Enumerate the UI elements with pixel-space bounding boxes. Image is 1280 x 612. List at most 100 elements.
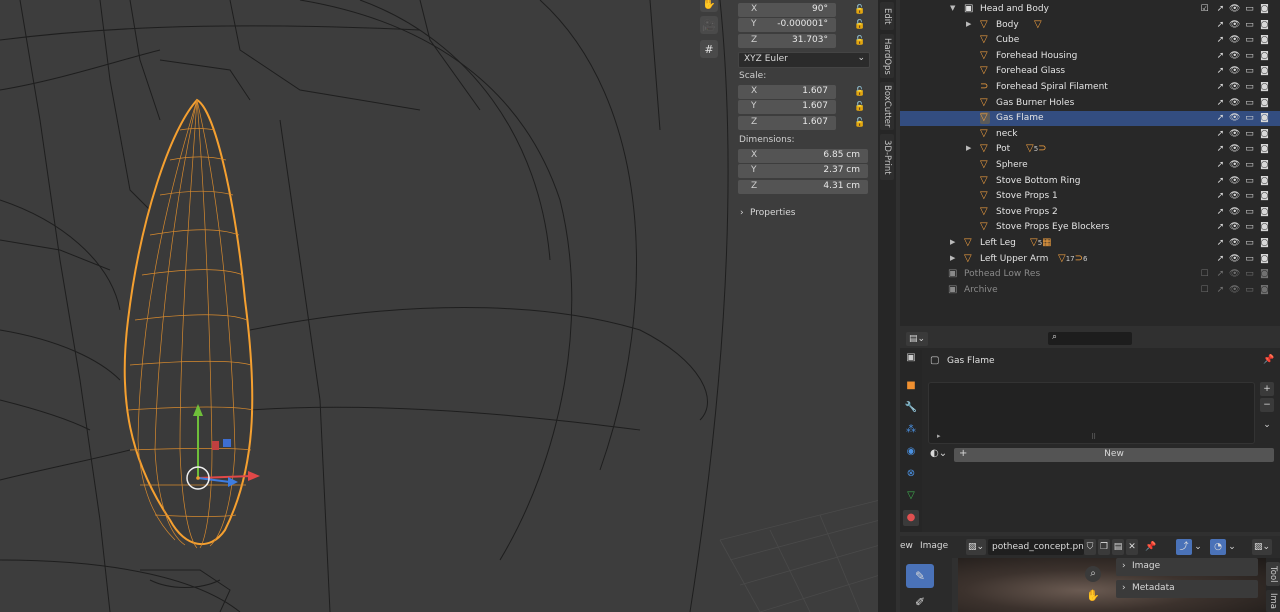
outliner-row[interactable]: ▽ Stove Props 1 ➚ 👁 ▭ ◙ — [900, 189, 1280, 204]
eye-icon[interactable]: 👁 — [1229, 221, 1240, 233]
new-material-button[interactable]: + New — [954, 448, 1274, 462]
image-name-field[interactable]: pothead_concept.png — [988, 539, 1090, 555]
viewport-icon[interactable]: ▭ — [1244, 206, 1255, 218]
chevron-down-icon[interactable]: ⌄ — [1227, 539, 1237, 555]
outliner-row[interactable]: ▽ Forehead Housing ➚ 👁 ▭ ◙ — [900, 49, 1280, 64]
tab-hardops[interactable]: HardOps — [880, 34, 894, 78]
render-icon[interactable]: ◙ — [1259, 34, 1270, 46]
eye-icon[interactable]: 👁 — [1229, 206, 1240, 218]
eye-icon[interactable]: 👁 — [1229, 268, 1240, 280]
shield-icon[interactable]: ⛉ — [1084, 539, 1096, 555]
pin-icon[interactable]: 📌 — [1144, 539, 1158, 555]
viewport-icon[interactable]: ▭ — [1244, 175, 1255, 187]
sample-tool-icon[interactable]: ✎ — [906, 564, 934, 588]
select-icon[interactable]: ➚ — [1215, 190, 1226, 202]
outliner-row[interactable]: ▶ ▽ Left Leg ▽5▦ ➚ 👁 ▭ ◙ — [900, 236, 1280, 251]
chevron-down-icon[interactable]: ⌄ — [1193, 539, 1203, 555]
viewport-icon[interactable]: ▭ — [1244, 19, 1255, 31]
select-icon[interactable]: ➚ — [1215, 97, 1226, 109]
scale-x-field[interactable]: X 1.607 — [738, 85, 836, 99]
select-icon[interactable]: ➚ — [1215, 284, 1226, 296]
viewport-icon[interactable]: ▭ — [1244, 159, 1255, 171]
add-slot-button[interactable]: + — [1260, 382, 1274, 396]
viewport-icon[interactable]: ▭ — [1244, 128, 1255, 140]
child-badge[interactable]: ▽ — [1034, 19, 1042, 30]
eye-icon[interactable]: 👁 — [1229, 237, 1240, 249]
outliner-row[interactable]: ▣ Pothead Low Res ☐ ➚ 👁 ▭ ◙ — [900, 267, 1280, 282]
material-browse-icon[interactable]: ◐⌄ — [930, 448, 947, 459]
rotation-mode-dropdown[interactable]: XYZ Euler ⌄ — [738, 52, 870, 68]
viewport-icon[interactable]: ▭ — [1244, 253, 1255, 265]
viewport-icon[interactable]: ▭ — [1244, 50, 1255, 62]
render-icon[interactable]: ◙ — [1259, 221, 1270, 233]
eye-icon[interactable]: 👁 — [1229, 253, 1240, 265]
expand-right-icon[interactable]: ▶ — [966, 144, 971, 152]
viewport-icon[interactable]: ▭ — [1244, 190, 1255, 202]
child-badge[interactable]: ▽5⊃ — [1026, 143, 1047, 154]
rotation-x-field[interactable]: X 90° — [738, 3, 836, 17]
eye-icon[interactable]: 👁 — [1229, 190, 1240, 202]
viewport-icon[interactable]: ▭ — [1244, 97, 1255, 109]
lock-icon[interactable]: 🔓 — [854, 87, 865, 97]
copy-icon[interactable]: ❐ — [1098, 539, 1110, 555]
outliner-row[interactable]: ▽ Forehead Glass ➚ 👁 ▭ ◙ — [900, 64, 1280, 79]
select-icon[interactable]: ➚ — [1215, 34, 1226, 46]
physics-icon[interactable]: ◉ — [903, 444, 919, 460]
viewport-icon[interactable]: ▭ — [1244, 3, 1255, 15]
image-browse-icon[interactable]: ▧⌄ — [966, 539, 986, 555]
resize-handle[interactable]: ⠿ — [1091, 433, 1096, 441]
outliner-row[interactable]: ▽ Gas Burner Holes ➚ 👁 ▭ ◙ — [900, 96, 1280, 111]
dimensions-y-field[interactable]: Y 2.37 cm — [738, 164, 868, 178]
select-icon[interactable]: ➚ — [1215, 65, 1226, 77]
render-icon[interactable]: ◙ — [1259, 143, 1270, 155]
outliner-row[interactable]: ▽ Gas Flame ➚ 👁 ▭ ◙ — [900, 111, 1280, 127]
outliner-row[interactable]: ▣ Archive ☐ ➚ 👁 ▭ ◙ — [900, 283, 1280, 298]
camera-icon[interactable]: 🎥 — [700, 16, 718, 34]
viewport-icon[interactable]: ▭ — [1244, 143, 1255, 155]
eye-icon[interactable]: 👁 — [1229, 128, 1240, 140]
eye-icon[interactable]: 👁 — [1229, 112, 1240, 124]
lock-icon[interactable]: 🔓 — [854, 102, 865, 112]
zoom-icon[interactable]: ⌕ — [1085, 566, 1101, 582]
outliner-row[interactable]: ▶ ▽ Left Upper Arm ▽17⊃6 ➚ 👁 ▭ ◙ — [900, 252, 1280, 267]
eye-icon[interactable]: 👁 — [1229, 175, 1240, 187]
lock-icon[interactable]: 🔓 — [854, 5, 865, 15]
tool-icon[interactable]: ▣ — [903, 350, 919, 366]
uv-sync-icon[interactable]: ⤴ — [1176, 539, 1192, 555]
lock-icon[interactable]: 🔓 — [854, 20, 865, 30]
tab-tool[interactable]: Tool — [1266, 562, 1280, 586]
lock-icon[interactable]: 🔓 — [854, 36, 865, 46]
select-icon[interactable]: ➚ — [1215, 143, 1226, 155]
select-icon[interactable]: ➚ — [1215, 128, 1226, 140]
hand-icon[interactable]: ✋ — [700, 0, 718, 12]
select-icon[interactable]: ➚ — [1215, 253, 1226, 265]
material-icon[interactable]: ● — [903, 510, 919, 526]
render-icon[interactable]: ◙ — [1259, 268, 1270, 280]
render-icon[interactable]: ◙ — [1259, 284, 1270, 296]
editor-type-icon[interactable]: ▤⌄ — [906, 332, 929, 346]
viewport-icon[interactable]: ▭ — [1244, 65, 1255, 77]
view-menu[interactable]: ew — [900, 541, 913, 551]
search-input[interactable]: ⌕ — [1048, 332, 1132, 345]
select-icon[interactable]: ➚ — [1215, 237, 1226, 249]
tab-boxcutter[interactable]: BoxCutter — [880, 82, 894, 130]
properties-editor[interactable]: ▤⌄ ⌕ ▣ ■ 🔧 ⁂ ◉ ⊗ ▽ ● ▢ Gas Flame 📌 ▸ ⠿ +… — [900, 330, 1280, 532]
panel-image[interactable]: › Image — [1116, 558, 1258, 576]
eye-icon[interactable]: 👁 — [1229, 65, 1240, 77]
select-icon[interactable]: ➚ — [1215, 268, 1226, 280]
tab-3d-print[interactable]: 3D-Print — [880, 134, 894, 180]
material-slot-list[interactable]: ▸ ⠿ — [928, 382, 1255, 444]
outliner-row[interactable]: ▽ neck ➚ 👁 ▭ ◙ — [900, 127, 1280, 142]
render-icon[interactable]: ◙ — [1259, 65, 1270, 77]
viewport-icon[interactable]: ▭ — [1244, 268, 1255, 280]
outliner-row[interactable]: ▽ Stove Props Eye Blockers ➚ 👁 ▭ ◙ — [900, 220, 1280, 235]
expand-down-icon[interactable]: ▼ — [950, 4, 955, 12]
wrench-icon[interactable]: 🔧 — [903, 400, 919, 416]
checkbox-icon[interactable]: ☐ — [1199, 284, 1210, 296]
eye-icon[interactable]: 👁 — [1229, 3, 1240, 15]
grid-icon[interactable]: # — [700, 40, 718, 58]
dimensions-x-field[interactable]: X 6.85 cm — [738, 149, 868, 163]
outliner-row[interactable]: ⊃ Forehead Spiral Filament ➚ 👁 ▭ ◙ — [900, 80, 1280, 95]
viewport-icon[interactable]: ▭ — [1244, 284, 1255, 296]
properties-panel-header[interactable]: › Properties — [738, 207, 868, 221]
